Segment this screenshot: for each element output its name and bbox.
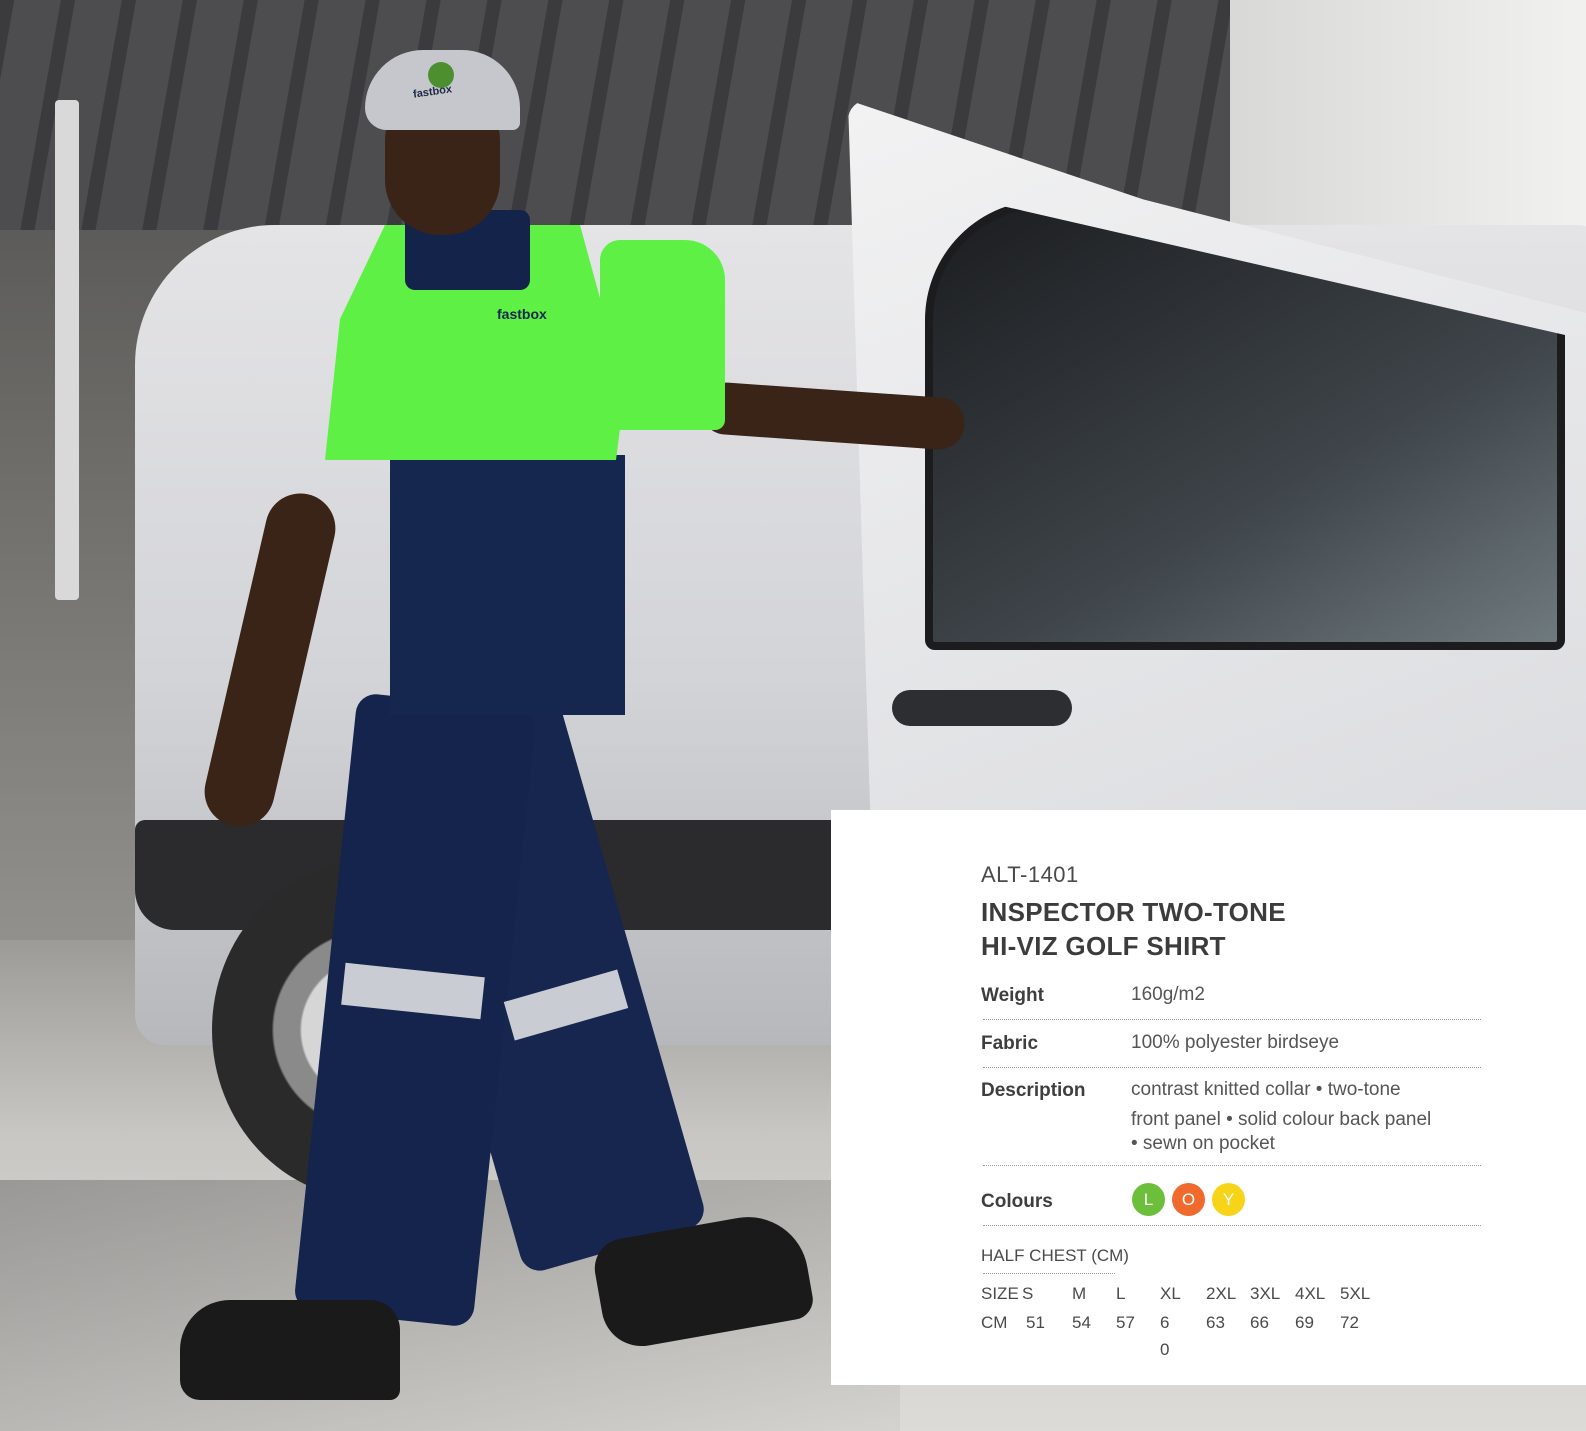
colours-label: Colours — [981, 1191, 1053, 1212]
size-label: 3XL — [1250, 1284, 1281, 1303]
cm-value-wrap: 0 — [1160, 1340, 1170, 1359]
divider — [983, 1067, 1481, 1068]
cm-value: 69 — [1295, 1313, 1314, 1332]
divider — [983, 1019, 1481, 1020]
cm-value: 51 — [1026, 1313, 1045, 1332]
shirt-navy-panel — [390, 455, 625, 715]
description-line-2: front panel • solid colour back panel — [1131, 1109, 1432, 1130]
size-row-label: SIZE — [981, 1284, 1019, 1303]
size-label: L — [1116, 1284, 1126, 1303]
door-handle — [892, 690, 1072, 726]
shirt-sleeve — [600, 240, 725, 430]
size-label: 4XL — [1295, 1284, 1326, 1303]
cm-value: 6 — [1160, 1313, 1170, 1332]
weight-value: 160g/m2 — [1131, 984, 1205, 1005]
product-title-line-2: HI-VIZ GOLF SHIRT — [981, 931, 1226, 961]
size-label: 2XL — [1206, 1284, 1237, 1303]
description-label: Description — [981, 1080, 1086, 1101]
description-line-3: • sewn on pocket — [1131, 1133, 1275, 1154]
cm-value: 72 — [1340, 1313, 1359, 1332]
product-code: ALT-1401 — [981, 862, 1079, 887]
cm-value: 63 — [1206, 1313, 1225, 1332]
fabric-label: Fabric — [981, 1033, 1039, 1054]
size-label: M — [1072, 1284, 1087, 1303]
divider — [983, 1225, 1481, 1226]
size-label: 5XL — [1340, 1284, 1371, 1303]
fabric-value: 100% polyester birdseye — [1131, 1032, 1340, 1053]
product-title-line-1: INSPECTOR TWO-TONE — [981, 897, 1286, 927]
colour-swatch-o: O — [1172, 1183, 1205, 1216]
divider — [983, 1273, 1115, 1274]
weight-label: Weight — [981, 985, 1044, 1006]
building-wall — [1230, 0, 1586, 260]
size-label: XL — [1160, 1284, 1181, 1303]
colour-swatch-y: Y — [1212, 1183, 1245, 1216]
cm-value: 54 — [1072, 1313, 1091, 1332]
drain-pipe — [55, 100, 79, 600]
cm-row-label: CM — [981, 1313, 1008, 1332]
safety-boot — [180, 1300, 400, 1400]
description-line-1: contrast knitted collar • two-tone — [1131, 1079, 1401, 1100]
cm-value: 66 — [1250, 1313, 1269, 1332]
size-chart-title: HALF CHEST (CM) — [981, 1246, 1129, 1265]
size-label: S — [1022, 1284, 1034, 1303]
divider — [983, 1165, 1481, 1166]
cm-value: 57 — [1116, 1313, 1135, 1332]
colour-swatch-l: L — [1132, 1183, 1165, 1216]
shirt-logo-text: fastbox — [497, 306, 547, 322]
